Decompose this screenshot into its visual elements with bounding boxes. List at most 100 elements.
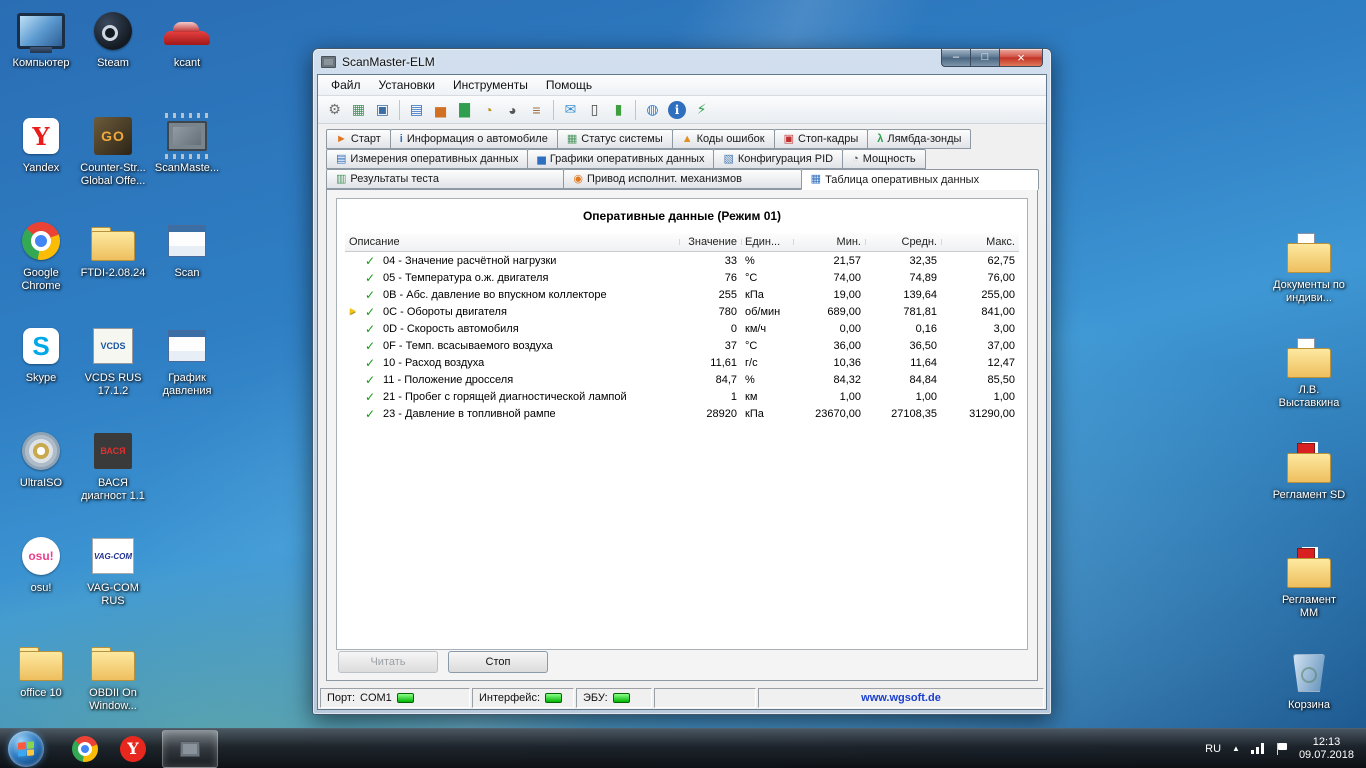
menu-settings[interactable]: Установки (370, 76, 444, 94)
table-row[interactable]: ✓11 - Положение дросселя84,7%84,3284,848… (345, 371, 1019, 388)
tab-live-table[interactable]: ▦Таблица оперативных данных (801, 169, 1039, 190)
interface-settings-icon[interactable]: ▦ (347, 98, 370, 121)
desktop-icon-label: Scan (174, 267, 199, 280)
desktop-icon-yandex[interactable]: Yandex (4, 109, 78, 214)
desktop-icon-label: VAG-COM RUS (76, 582, 150, 608)
column-header-5[interactable]: Макс. (941, 236, 1019, 248)
desktop-icon-label: Регламент SD (1273, 489, 1345, 502)
network-icon[interactable] (1251, 743, 1265, 754)
row-max: 12,47 (941, 357, 1019, 369)
menu-file[interactable]: Файл (322, 76, 370, 94)
desktop-icon-kcant[interactable]: kcant (150, 4, 224, 109)
connect-icon[interactable]: ⚙ (323, 98, 346, 121)
tab-freeze-frames[interactable]: ▣Стоп-кадры (774, 129, 869, 149)
port-status-segment: Порт: COM1 (320, 688, 470, 708)
live-data-icon[interactable]: ▤ (405, 98, 428, 121)
desktop-icon-google-chrome[interactable]: Google Chrome (4, 214, 78, 319)
tab-system-status[interactable]: ▦Статус системы (557, 129, 673, 149)
row-unit: кПа (741, 408, 793, 420)
language-indicator[interactable]: RU (1205, 743, 1221, 755)
desktop-icon-ultraiso[interactable]: UltraISO (4, 424, 78, 529)
tab-pid-config[interactable]: ▧Конфигурация PID (713, 149, 843, 169)
desktop-icon-ftdi[interactable]: FTDI-2.08.24 (76, 214, 150, 319)
table-row[interactable]: ✓04 - Значение расчётной нагрузки33%21,5… (345, 252, 1019, 269)
table-row[interactable]: ✓05 - Температура о.ж. двигателя76°C74,0… (345, 269, 1019, 286)
wgsoft-link[interactable]: www.wgsoft.de (861, 692, 941, 704)
stop-button[interactable]: Стоп (448, 651, 548, 673)
exit-icon[interactable]: ⚡ (690, 98, 713, 121)
desktop-icon-dokumenty-po-individ[interactable]: Документы по индиви... (1272, 226, 1346, 331)
maximize-button[interactable]: □ (970, 49, 999, 67)
info-icon[interactable]: i (668, 101, 686, 119)
dial-icon[interactable]: ◕ (501, 98, 524, 121)
row-max: 255,00 (941, 289, 1019, 301)
close-button[interactable]: × (999, 49, 1043, 67)
desktop-icon-office-10[interactable]: office 10 (4, 634, 78, 739)
desktop-icon-vasya-diagnost[interactable]: ВАСЯ диагност 1.1 (76, 424, 150, 529)
tab-power[interactable]: ◔Мощность (842, 149, 926, 169)
read-button[interactable]: Читать (338, 651, 438, 673)
graphs-icon[interactable]: ▅ (429, 98, 452, 121)
desktop-icon-reglament-mm[interactable]: Регламент ММ (1272, 541, 1346, 646)
row-avg: 36,50 (865, 340, 941, 352)
desktop-icon-osu[interactable]: osu! (4, 529, 78, 634)
desktop-icon-skype[interactable]: Skype (4, 319, 78, 424)
column-header-2[interactable]: Един... (741, 236, 793, 248)
column-header-1[interactable]: Значение (679, 236, 741, 248)
taskbar-icons (70, 734, 148, 764)
table-row[interactable]: ✓21 - Пробег с горящей диагностической л… (345, 388, 1019, 405)
device-icon[interactable]: ▯ (583, 98, 606, 121)
desktop-icon-scan[interactable]: Scan (150, 214, 224, 319)
column-header-0[interactable]: Описание (345, 236, 679, 248)
taskbar-chrome-icon[interactable] (70, 734, 100, 764)
chrome-icon (15, 218, 67, 264)
action-center-flag-icon[interactable] (1276, 743, 1288, 755)
start-button[interactable] (8, 731, 44, 767)
desktop-icon-vcds-rus[interactable]: VCDS RUS 17.1.2 (76, 319, 150, 424)
column-header-3[interactable]: Мин. (793, 236, 865, 248)
tab-error-codes[interactable]: ▲Коды ошибок (672, 129, 775, 149)
tab-actuators[interactable]: ◉Привод исполнит. механизмов (563, 169, 801, 189)
terminal-icon[interactable]: ✉ (559, 98, 582, 121)
minimize-button[interactable]: – (941, 49, 970, 67)
table-row[interactable]: ✓0D - Скорость автомобиля0км/ч0,000,163,… (345, 320, 1019, 337)
hidden-icons-chevron-icon[interactable]: ▲ (1232, 745, 1240, 753)
table-row[interactable]: ►✓0C - Обороты двигателя780об/мин689,007… (345, 303, 1019, 320)
table-row[interactable]: ✓0B - Абс. давление во впускном коллекто… (345, 286, 1019, 303)
taskbar-scanmaster-button[interactable] (162, 730, 218, 768)
desktop-icon-scanmaster[interactable]: ScanMaste... (150, 109, 224, 214)
ecu-monitor-icon[interactable]: ▣ (371, 98, 394, 121)
folder-icon (87, 638, 139, 684)
gauge-icon[interactable]: ◔ (477, 98, 500, 121)
menu-tools[interactable]: Инструменты (444, 76, 537, 94)
desktop-icon-obdii-on-windows[interactable]: OBDII On Window... (76, 634, 150, 739)
table-row[interactable]: ✓23 - Давление в топливной рампе28920кПа… (345, 405, 1019, 422)
taskbar-yandex-icon[interactable] (118, 734, 148, 764)
charts-icon[interactable]: ▇ (453, 98, 476, 121)
row-value: 84,7 (679, 374, 741, 386)
tab-live-graphs[interactable]: ▅Графики оперативных данных (527, 149, 714, 169)
battery-icon[interactable]: ▮ (607, 98, 630, 121)
desktop-icon-vag-com-rus[interactable]: VAG-COM RUS (76, 529, 150, 634)
report-icon[interactable]: ≡ (525, 98, 548, 121)
title-bar[interactable]: ScanMaster-ELM – □ × (317, 49, 1047, 74)
desktop-icon-reglament-sd[interactable]: Регламент SD (1272, 436, 1346, 541)
tab-lambda-sensors[interactable]: λЛямбда-зонды (867, 129, 971, 149)
table-row[interactable]: ✓10 - Расход воздуха11,61г/с10,3611,6412… (345, 354, 1019, 371)
taskbar-clock[interactable]: 12:13 09.07.2018 (1299, 736, 1354, 762)
desktop-icon-grafik-davleniya[interactable]: График давления (150, 319, 224, 424)
desktop-icon-label: Документы по индиви... (1272, 279, 1346, 305)
desktop-icon-computer[interactable]: Компьютер (4, 4, 78, 109)
table-row[interactable]: ✓0F - Темп. всасываемого воздуха37°C36,0… (345, 337, 1019, 354)
column-header-4[interactable]: Средн. (865, 236, 941, 248)
tab-test-results[interactable]: ▥Результаты теста (326, 169, 564, 189)
tab-label: Информация о автомобиле (407, 133, 548, 145)
desktop-icon-steam[interactable]: Steam (76, 4, 150, 109)
tab-start[interactable]: ►Старт (326, 129, 391, 149)
language-globe-icon[interactable]: ◍ (641, 98, 664, 121)
desktop-icon-csgo[interactable]: Counter-Str... Global Offe... (76, 109, 150, 214)
tab-live-measurements[interactable]: ▤Измерения оперативных данных (326, 149, 528, 169)
menu-help[interactable]: Помощь (537, 76, 601, 94)
desktop-icon-lv-vystavkina[interactable]: Л.В. Выставкина (1272, 331, 1346, 436)
tab-vehicle-info[interactable]: iИнформация о автомобиле (390, 129, 558, 149)
